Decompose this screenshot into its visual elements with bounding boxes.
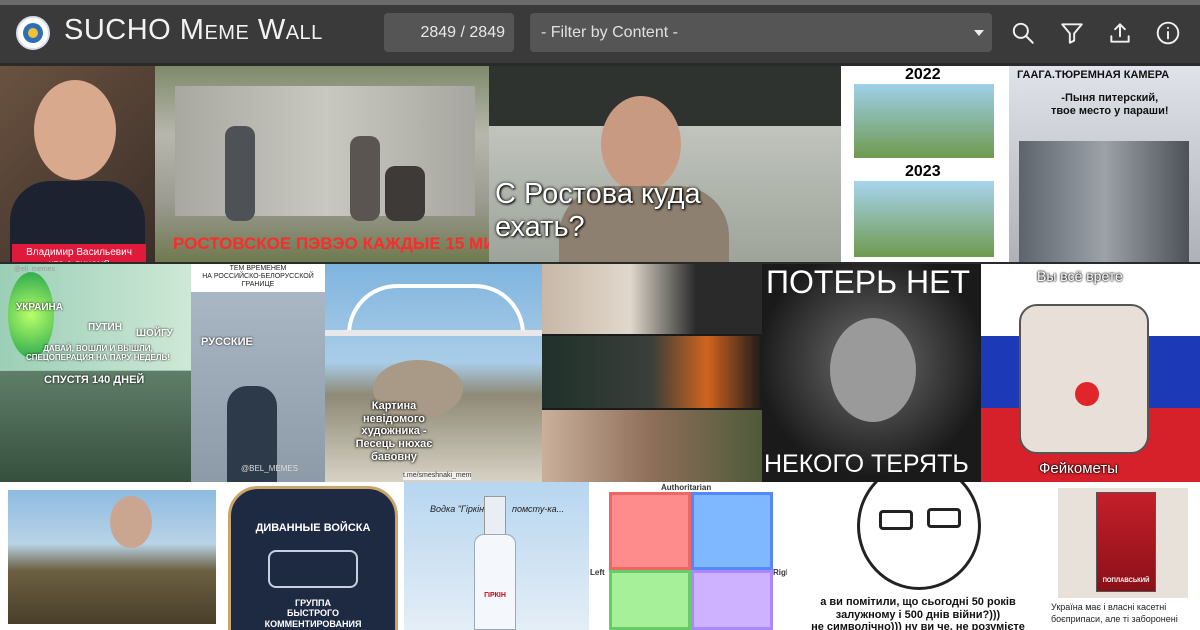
meme-image (1096, 492, 1156, 592)
meme-tile-putin-face[interactable]: Владимир Васильевич что с лицом? (0, 66, 155, 262)
meme-image (110, 496, 152, 548)
meme-image (225, 126, 255, 221)
meme-image (385, 166, 425, 221)
app-title: SUCHO Meme Wall (64, 14, 323, 46)
meme-image (175, 86, 475, 216)
meme-tile-political-compass[interactable]: Authoritarian Left Right (589, 482, 787, 630)
meme-image (830, 318, 916, 422)
meme-image (542, 264, 762, 334)
meme-tile-fakemets[interactable]: Вы всё врете Фейкометы (981, 264, 1200, 482)
meme-tile-2022-2023[interactable]: 2022 2023 (841, 66, 1009, 262)
content-filter-value: - Filter by Content - (541, 24, 678, 41)
meme-caption: ШОЙГУ (136, 328, 173, 339)
meme-image (347, 284, 525, 334)
meme-watermark: @BEL_MEMES (241, 464, 299, 473)
meme-tile-cats-border[interactable]: ТЕМ ВРЕМЕНЕМ НА РОССИЙСКО-БЕЛОРУССКОЙ ГР… (191, 264, 325, 482)
meme-image (854, 84, 994, 158)
meme-tile-wojak[interactable]: а ви помітили, що сьогодні 50 років залу… (787, 482, 1048, 630)
meme-caption: Водка "Гіркін" (430, 504, 488, 514)
upload-button[interactable] (1107, 20, 1133, 46)
search-button[interactable] (1010, 20, 1036, 46)
meme-caption: Authoritarian (661, 483, 712, 492)
meme-caption: ПОТЕРЬ НЕТ (766, 264, 971, 300)
meme-image (474, 534, 516, 630)
meme-image (1075, 382, 1099, 406)
meme-tile-rick-morty[interactable]: @ell_memes УКРАИНА ПУТИН ШОЙГУ ДАВАЙ, ВО… (0, 264, 191, 482)
meme-caption: ГІРКІН (484, 592, 506, 599)
meme-image (325, 330, 542, 336)
meme-tile-crimea-bridge[interactable]: Картина невідомого художника - Песець ню… (325, 264, 542, 482)
meme-image (1019, 141, 1189, 262)
meme-caption: ГААГА.ТЮРЕМНАЯ КАМЕРА (1017, 69, 1170, 81)
meme-image (484, 496, 506, 536)
meme-image (542, 336, 762, 408)
meme-caption: ПОПЛАВСЬКИЙ (1102, 578, 1150, 584)
meme-tile-no-losses[interactable]: ПОТЕРЬ НЕТ НЕКОГО ТЕРЯТЬ (762, 264, 981, 482)
meme-counter: 2849 / 2849 (384, 13, 514, 52)
meme-image (1019, 304, 1149, 454)
meme-caption: ГРУППА БЫСТРОГО КОММЕНТИРОВАНИЯ (264, 598, 362, 629)
meme-watermark: @ell_memes (14, 266, 55, 273)
meme-image (0, 371, 191, 482)
meme-caption: СПУСТЯ 140 ДНЕЙ (44, 374, 145, 386)
meme-caption: Картина невідомого художника - Песець ню… (355, 400, 433, 463)
meme-year-label: 2023 (905, 163, 941, 180)
meme-image (542, 410, 762, 482)
meme-image (854, 181, 994, 257)
meme-caption: помсту-ка... (512, 504, 565, 514)
meme-tile-graves[interactable] (0, 482, 222, 630)
content-filter-select[interactable]: - Filter by Content - (530, 13, 992, 52)
meme-tile-rostov-pvo[interactable]: РОСТОВСКОЕ ПЭВЭО КАЖДЫЕ 15 МИНУТ (155, 66, 489, 262)
meme-image (879, 510, 913, 530)
meme-image (609, 570, 691, 630)
meme-caption: Left (590, 568, 605, 577)
meme-image (609, 492, 691, 570)
meme-tile-hague-cell[interactable]: ГААГА.ТЮРЕМНАЯ КАМЕРА -Пыня питерский, т… (1009, 66, 1200, 262)
meme-caption: НЕКОГО ТЕРЯТЬ (764, 450, 969, 478)
meme-image (691, 570, 773, 630)
info-button[interactable] (1155, 20, 1181, 46)
search-icon (1012, 22, 1034, 44)
meme-caption: С Ростова куда ехать? (495, 178, 701, 244)
sucho-logo[interactable] (16, 16, 50, 50)
meme-caption: а ви помітили, що сьогодні 50 років залу… (811, 596, 1025, 630)
meme-tile-putin-binoculars[interactable] (542, 264, 762, 482)
meme-tile-vodka-girkin[interactable]: Водка "Гіркін" помсту-ка... ГІРКІН (404, 482, 589, 630)
meme-image (857, 482, 981, 590)
meme-caption: РОСТОВСКОЕ ПЭВЭО КАЖДЫЕ 15 МИНУТ (173, 234, 489, 253)
info-icon (1156, 21, 1180, 45)
meme-image (691, 492, 773, 570)
meme-caption: Фейкометы (1039, 460, 1119, 477)
meme-watermark: t.me/smeshnaki_mem (403, 472, 472, 481)
meme-caption: РУССКИЕ (201, 336, 253, 348)
meme-image (927, 508, 961, 528)
meme-tile-couch-troops[interactable]: ДИВАННЫЕ ВОЙСКА ГРУППА БЫСТРОГО КОММЕНТИ… (222, 482, 404, 630)
meme-caption: Україна має і власні касетні боєприпаси,… (1051, 602, 1178, 624)
meme-year-label: 2022 (905, 66, 941, 83)
meme-caption: -Пыня питерский, твое место у параши! (1051, 92, 1169, 117)
meme-caption: Right (773, 568, 787, 577)
upload-icon (1110, 23, 1130, 43)
meme-caption: ДАВАЙ, ВОШЛИ И ВЫШЛИ, СПЕЦОПЕРАЦИЯ НА ПА… (26, 344, 170, 363)
meme-caption: Вы всё врете (1037, 268, 1123, 284)
chevron-down-icon (974, 30, 984, 36)
meme-image (34, 80, 116, 180)
meme-image (350, 136, 380, 221)
meme-caption: УКРАИНА (16, 302, 63, 313)
couch-icon (268, 550, 358, 588)
filter-button[interactable] (1059, 20, 1085, 46)
meme-tile-rostov-car[interactable]: С Ростова куда ехать? (489, 66, 841, 262)
meme-caption: ДИВАННЫЕ ВОЙСКА (255, 522, 371, 534)
meme-caption: Владимир Васильевич что с лицом? (12, 244, 146, 262)
top-bar: SUCHO Meme Wall 2849 / 2849 - Filter by … (0, 0, 1200, 63)
meme-caption: ПУТИН (88, 322, 122, 333)
meme-tile-poplavsky-cassette[interactable]: ПОПЛАВСЬКИЙ Україна має і власні касетні… (1048, 482, 1200, 630)
meme-caption: ТЕМ ВРЕМЕНЕМ НА РОССИЙСКО-БЕЛОРУССКОЙ ГР… (202, 265, 314, 289)
filter-icon (1061, 23, 1083, 44)
